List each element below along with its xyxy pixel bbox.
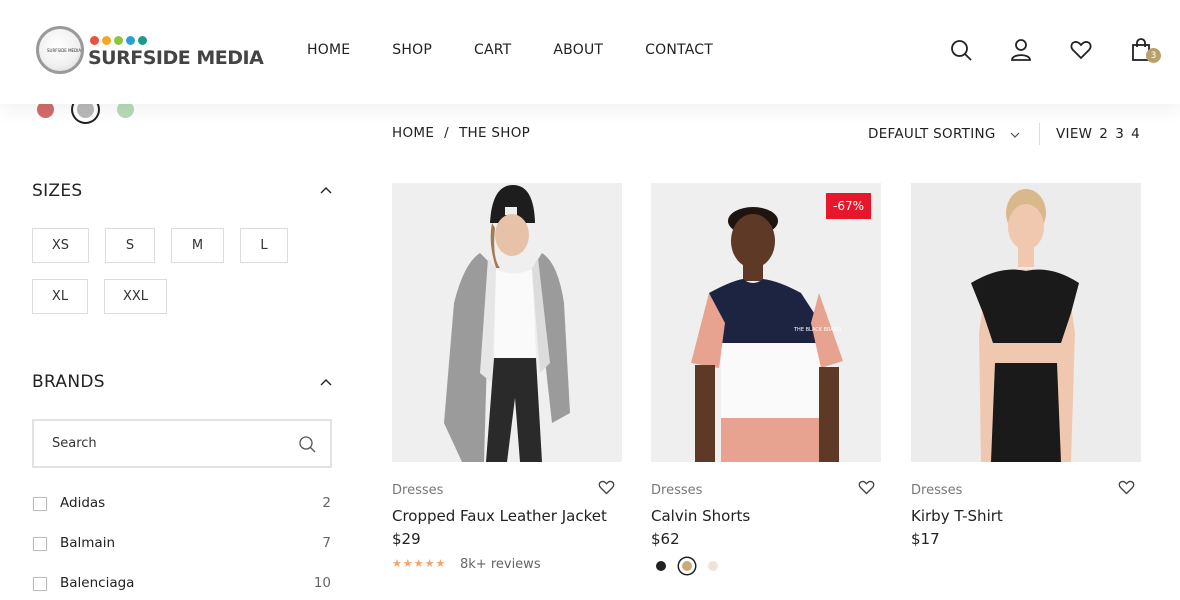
sizes-heading[interactable]: SIZES [32,181,82,201]
brand-filter-item[interactable]: Balenciaga 10 [32,574,332,594]
nav-shop[interactable]: SHOP [392,40,432,60]
heart-icon[interactable] [1067,36,1095,64]
breadcrumb-separator: / [444,125,450,141]
nav-home[interactable]: HOME [307,40,350,60]
nav-cart[interactable]: CART [474,40,511,60]
chevron-down-icon[interactable] [1009,129,1021,141]
logo-dot [126,36,135,45]
chevron-up-icon[interactable] [320,377,332,389]
product-color-swatch[interactable] [682,561,692,571]
breadcrumb-current[interactable]: THE SHOP [459,125,530,141]
product-image[interactable] [911,183,1141,462]
breadcrumb: HOME / THE SHOP [392,125,530,141]
logo-dot [138,36,147,45]
svg-text:THE BLACK BRAND: THE BLACK BRAND [793,327,841,333]
view-option-4[interactable]: 4 [1131,126,1140,142]
toolbar-divider [1039,123,1040,145]
checkbox[interactable] [33,537,47,551]
product-color-swatch[interactable] [656,561,666,571]
cart-count-badge: 3 [1146,48,1161,63]
product-card[interactable]: Dresses Cropped Faux Leather Jacket $29 … [392,183,622,572]
wishlist-icon[interactable] [598,480,615,495]
product-title[interactable]: Calvin Shorts [651,507,750,525]
nav-contact[interactable]: CONTACT [645,40,713,60]
size-option-m[interactable]: M [171,228,224,263]
sort-select[interactable]: DEFAULT SORTING [868,126,996,142]
chevron-up-icon[interactable] [320,185,332,197]
wishlist-icon[interactable] [1118,480,1135,495]
checkbox[interactable] [33,577,47,591]
product-category[interactable]: Dresses [651,483,702,498]
search-icon[interactable] [947,36,975,64]
logo-badge-text: SURFSIDE MEDIA [47,48,82,53]
product-price: $62 [651,530,680,548]
brands-heading[interactable]: BRANDS [32,372,105,392]
brand-count: 10 [313,575,331,591]
product-card[interactable]: Dresses Kirby T-Shirt $17 [911,183,1141,548]
search-icon[interactable] [298,435,316,453]
logo-dot [114,36,123,45]
discount-badge: -67% [825,193,871,219]
product-title[interactable]: Cropped Faux Leather Jacket [392,507,607,525]
rating-stars: ★★★★★ [392,557,447,570]
breadcrumb-home[interactable]: HOME [392,125,434,141]
product-price: $29 [392,530,421,548]
user-icon[interactable] [1007,36,1035,64]
shopping-bag-icon[interactable]: 3 [1127,36,1161,64]
wishlist-icon[interactable] [858,480,875,495]
header-actions: 3 [947,36,1180,64]
logo-text: SURFSIDE MEDIA [88,47,264,69]
product-category[interactable]: Dresses [392,483,443,498]
product-image[interactable] [392,183,622,462]
size-option-xxl[interactable]: XXL [104,279,167,314]
site-header: SURFSIDE MEDIA SURFSIDE MEDIA HOME SHOP … [0,0,1180,104]
brand-count: 7 [322,535,331,551]
review-count[interactable]: 8k+ reviews [460,557,541,572]
logo-dots [90,36,147,45]
brand-filter-item[interactable]: Balmain 7 [32,534,332,554]
view-option-3[interactable]: 3 [1115,126,1124,142]
size-option-xl[interactable]: XL [32,279,88,314]
size-option-l[interactable]: L [240,228,288,263]
view-option-2[interactable]: 2 [1099,126,1108,142]
site-logo[interactable]: SURFSIDE MEDIA SURFSIDE MEDIA [36,26,264,78]
product-card[interactable]: THE BLACK BRAND -67% Dresses Calvin Shor… [651,183,881,571]
product-price: $17 [911,530,940,548]
brand-name: Balmain [60,535,116,551]
logo-badge: SURFSIDE MEDIA [36,26,84,74]
size-option-xs[interactable]: XS [32,228,89,263]
product-category[interactable]: Dresses [911,483,962,498]
checkbox[interactable] [33,497,47,511]
brand-name: Balenciaga [60,575,135,591]
view-label: VIEW [1056,126,1093,142]
brand-count: 2 [322,495,331,511]
product-title[interactable]: Kirby T-Shirt [911,507,1003,525]
logo-dot [102,36,111,45]
brand-name: Adidas [60,495,106,511]
brand-filter-item[interactable]: Adidas 2 [32,494,332,514]
view-columns: VIEW 2 3 4 [1056,126,1140,142]
product-color-swatch[interactable] [708,561,718,571]
main-nav: HOME SHOP CART ABOUT CONTACT [307,40,755,60]
product-image[interactable]: THE BLACK BRAND -67% [651,183,881,462]
brand-search-placeholder: Search [52,436,97,451]
nav-about[interactable]: ABOUT [553,40,603,60]
brand-search-input[interactable]: Search [32,419,332,468]
size-option-s[interactable]: S [105,228,155,263]
logo-dot [90,36,99,45]
